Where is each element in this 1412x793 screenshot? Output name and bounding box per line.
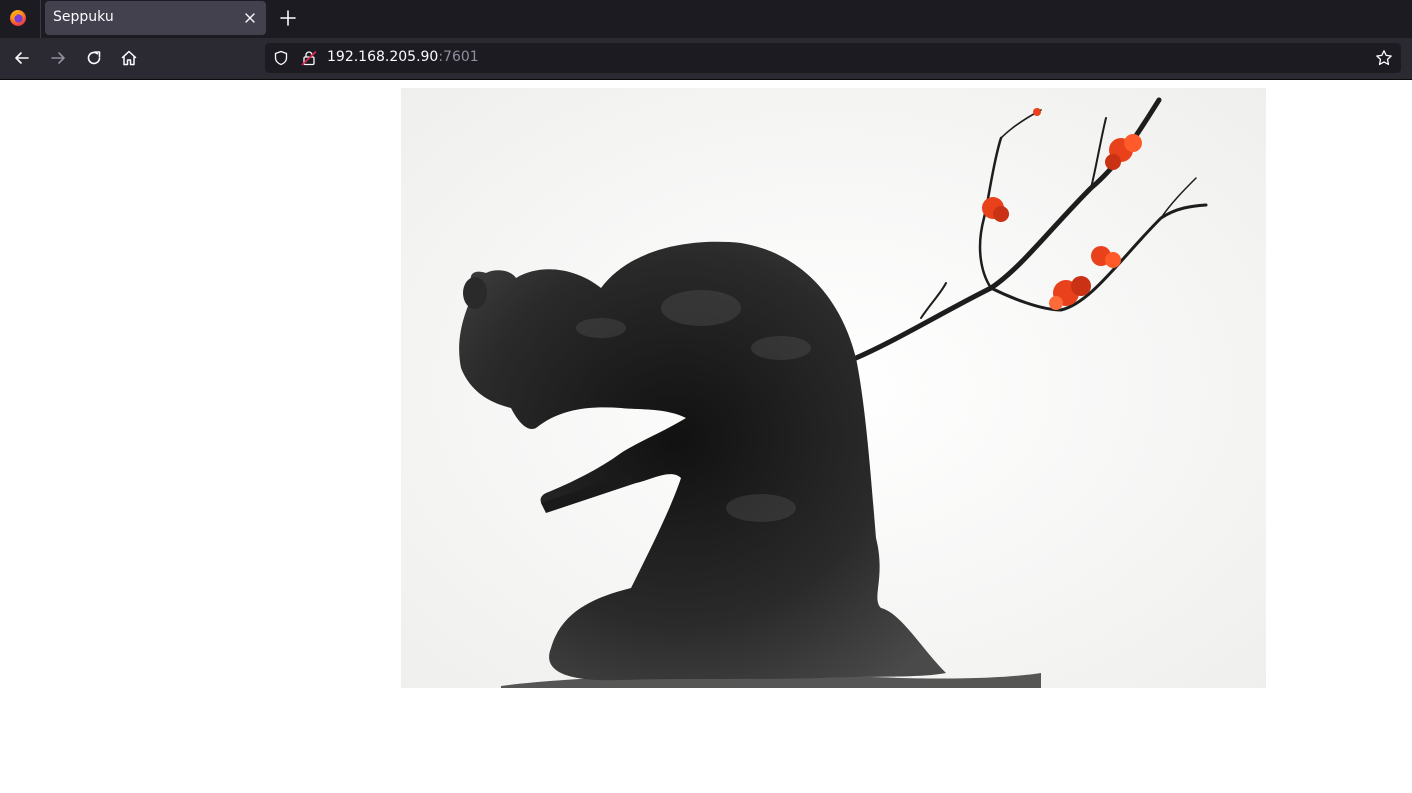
- browser-window: Seppuku 192.168.205.90:7601: [0, 0, 1412, 793]
- firefox-icon[interactable]: [9, 9, 27, 27]
- samurai-painting-image: [401, 88, 1266, 688]
- navigation-bar: 192.168.205.90:7601: [0, 38, 1412, 80]
- page-content: [0, 80, 1412, 793]
- star-icon[interactable]: [1375, 49, 1393, 67]
- url-port: :7601: [438, 49, 479, 65]
- url-host: 192.168.205.90: [327, 49, 439, 65]
- tab-strip: Seppuku: [0, 0, 1412, 38]
- url-text[interactable]: 192.168.205.90:7601: [327, 49, 479, 65]
- close-icon[interactable]: [242, 10, 258, 26]
- reload-icon[interactable]: [84, 48, 104, 68]
- shield-icon[interactable]: [273, 50, 289, 66]
- tab-separator: [40, 0, 41, 38]
- arrow-right-icon[interactable]: [48, 48, 68, 68]
- arrow-left-icon[interactable]: [12, 48, 32, 68]
- home-icon[interactable]: [119, 48, 139, 68]
- tab-active[interactable]: Seppuku: [45, 1, 266, 35]
- lock-icon[interactable]: [301, 50, 317, 66]
- plus-icon[interactable]: [279, 9, 297, 27]
- url-bar[interactable]: 192.168.205.90:7601: [265, 43, 1401, 73]
- tab-title: Seppuku: [53, 9, 114, 25]
